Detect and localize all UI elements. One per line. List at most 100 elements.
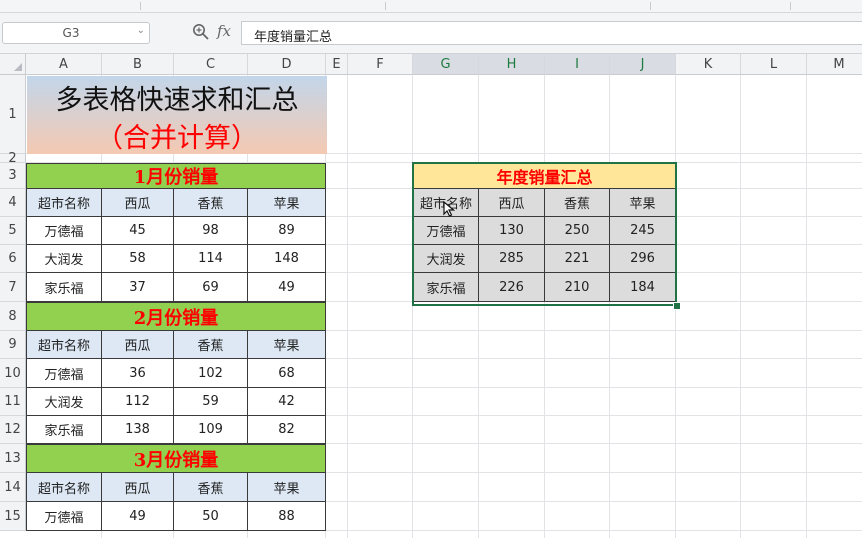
- table-header-cell[interactable]: 西瓜: [102, 189, 174, 217]
- table-cell[interactable]: 148: [248, 245, 326, 273]
- column-header-j[interactable]: J: [610, 54, 676, 75]
- table-cell[interactable]: 万德福: [26, 502, 102, 531]
- table-cell[interactable]: 家乐福: [26, 416, 102, 444]
- row-header-12[interactable]: 12: [0, 416, 26, 444]
- table-header-cell[interactable]: 超市名称: [26, 473, 102, 502]
- column-header-k[interactable]: K: [676, 54, 741, 75]
- table-cell[interactable]: 49: [248, 273, 326, 302]
- summary-cell[interactable]: 家乐福: [413, 273, 479, 302]
- row-header-13[interactable]: 13: [0, 444, 26, 473]
- row-header-3[interactable]: 3: [0, 163, 26, 189]
- table-header-cell[interactable]: 苹果: [248, 473, 326, 502]
- summary-header-cell[interactable]: 西瓜: [479, 189, 545, 217]
- table-cell[interactable]: 万德福: [26, 217, 102, 245]
- summary-cell[interactable]: 285: [479, 245, 545, 273]
- summary-header-cell[interactable]: 香蕉: [545, 189, 610, 217]
- column-header-f[interactable]: F: [348, 54, 413, 75]
- summary-cell[interactable]: 296: [610, 245, 676, 273]
- select-all-corner[interactable]: [0, 54, 26, 75]
- summary-cell[interactable]: 226: [479, 273, 545, 302]
- table-cell[interactable]: 68: [248, 359, 326, 388]
- table-header-cell[interactable]: 香蕉: [174, 331, 248, 359]
- summary-cell[interactable]: 221: [545, 245, 610, 273]
- row-header-5[interactable]: 5: [0, 217, 26, 245]
- table-cell[interactable]: 98: [174, 217, 248, 245]
- column-header-c[interactable]: C: [174, 54, 248, 75]
- table-cell[interactable]: 49: [102, 502, 174, 531]
- row-header-11[interactable]: 11: [0, 388, 26, 416]
- table-cell[interactable]: 42: [248, 388, 326, 416]
- summary-cell[interactable]: 大润发: [413, 245, 479, 273]
- table-cell[interactable]: 50: [174, 502, 248, 531]
- summary-cell[interactable]: 万德福: [413, 217, 479, 245]
- column-header-a[interactable]: A: [26, 54, 102, 75]
- column-header-i[interactable]: I: [545, 54, 610, 75]
- table-header-cell[interactable]: 超市名称: [26, 331, 102, 359]
- row-header-8[interactable]: 8: [0, 302, 26, 331]
- name-box[interactable]: G3 ⌄: [2, 22, 150, 44]
- summary-cell[interactable]: 130: [479, 217, 545, 245]
- table-cell[interactable]: 37: [102, 273, 174, 302]
- table-cell[interactable]: 114: [174, 245, 248, 273]
- column-header-d[interactable]: D: [248, 54, 326, 75]
- row-header-1[interactable]: 1: [0, 75, 26, 154]
- table-header-cell[interactable]: 西瓜: [102, 473, 174, 502]
- row-header-6[interactable]: 6: [0, 245, 26, 273]
- column-header-m[interactable]: M: [807, 54, 862, 75]
- row-header-10[interactable]: 10: [0, 359, 26, 388]
- summary-header-cell[interactable]: 苹果: [610, 189, 676, 217]
- table-cell[interactable]: 36: [102, 359, 174, 388]
- table-header-cell[interactable]: 苹果: [248, 331, 326, 359]
- month-title: 3月份销量: [26, 444, 326, 473]
- table-cell[interactable]: 大润发: [26, 388, 102, 416]
- page-subtitle: （合并计算）: [96, 123, 258, 154]
- table-cell[interactable]: 112: [102, 388, 174, 416]
- table-cell[interactable]: 88: [248, 502, 326, 531]
- column-header-h[interactable]: H: [479, 54, 545, 75]
- spreadsheet-grid[interactable]: A B C D E F G H I J K L M 1 2 3 4 5 6 7 8 9 10 11 12 13 14 15 多表格快速求…: [0, 54, 862, 538]
- row-header-9[interactable]: 9: [0, 331, 26, 359]
- month-title: 1月份销量: [26, 163, 326, 189]
- magnifier-icon[interactable]: [192, 23, 210, 45]
- summary-cell[interactable]: 184: [610, 273, 676, 302]
- row-header-15[interactable]: 15: [0, 502, 26, 531]
- summary-cell[interactable]: 245: [610, 217, 676, 245]
- insert-function-button[interactable]: fx: [217, 22, 231, 40]
- gridline-vertical: [544, 75, 545, 538]
- table-cell[interactable]: 89: [248, 217, 326, 245]
- summary-cell[interactable]: 250: [545, 217, 610, 245]
- row-header-4[interactable]: 4: [0, 189, 26, 217]
- table-cell[interactable]: 102: [174, 359, 248, 388]
- row-header-14[interactable]: 14: [0, 473, 26, 502]
- chevron-down-icon[interactable]: ⌄: [137, 25, 145, 36]
- formula-input[interactable]: 年度销量汇总: [241, 21, 862, 45]
- column-header-g[interactable]: G: [413, 54, 479, 75]
- table-header-cell[interactable]: 西瓜: [102, 331, 174, 359]
- gridline-vertical: [478, 75, 479, 538]
- table-cell[interactable]: 59: [174, 388, 248, 416]
- column-header-b[interactable]: B: [102, 54, 174, 75]
- table-cell[interactable]: 69: [174, 273, 248, 302]
- fill-handle[interactable]: [673, 302, 681, 310]
- table-cell[interactable]: 45: [102, 217, 174, 245]
- table-cell[interactable]: 138: [102, 416, 174, 444]
- column-header-e[interactable]: E: [326, 54, 348, 75]
- table-cell[interactable]: 82: [248, 416, 326, 444]
- table-header-cell[interactable]: 香蕉: [174, 189, 248, 217]
- formula-bar: G3 ⌄ fx 年度销量汇总: [0, 13, 862, 54]
- formula-value: 年度销量汇总: [254, 30, 333, 45]
- summary-title[interactable]: 年度销量汇总: [413, 163, 676, 189]
- column-header-l[interactable]: L: [741, 54, 807, 75]
- table-cell[interactable]: 家乐福: [26, 273, 102, 302]
- month-title: 2月份销量: [26, 302, 326, 331]
- table-header-cell[interactable]: 超市名称: [26, 189, 102, 217]
- table-cell[interactable]: 109: [174, 416, 248, 444]
- table-cell[interactable]: 万德福: [26, 359, 102, 388]
- row-header-2[interactable]: 2: [0, 151, 26, 166]
- table-cell[interactable]: 58: [102, 245, 174, 273]
- row-header-7[interactable]: 7: [0, 273, 26, 302]
- table-header-cell[interactable]: 香蕉: [174, 473, 248, 502]
- table-header-cell[interactable]: 苹果: [248, 189, 326, 217]
- table-cell[interactable]: 大润发: [26, 245, 102, 273]
- summary-cell[interactable]: 210: [545, 273, 610, 302]
